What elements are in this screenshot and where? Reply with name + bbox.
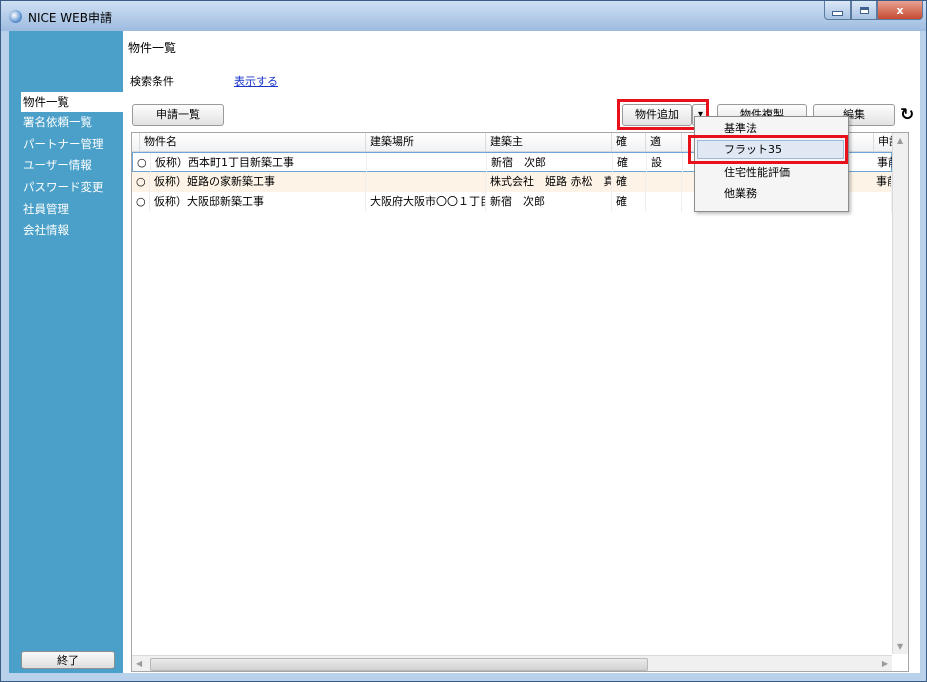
sidebar-item-signature-requests[interactable]: 署名依頼一覧 xyxy=(23,112,92,132)
sidebar-item-partner-management[interactable]: パートナー管理 xyxy=(23,134,104,154)
row-radio[interactable]: ○ xyxy=(137,153,151,173)
column-header-c2[interactable]: 適 xyxy=(646,133,682,151)
property-table: 物件名 建築場所 建築主 確 適 申請 ○ 仮称）西本町1丁目新築工事 新宿 次… xyxy=(131,132,909,672)
scroll-right-icon[interactable]: ▶ xyxy=(882,659,888,668)
cell-location xyxy=(367,153,487,173)
column-header-owner[interactable]: 建築主 xyxy=(486,133,612,151)
page-title: 物件一覧 xyxy=(128,41,177,55)
cell-c1: 確 xyxy=(612,172,646,192)
cell-c1: 確 xyxy=(612,192,646,212)
window-title: NICE WEB申請 xyxy=(28,11,112,25)
cell-c2: 設 xyxy=(647,153,683,173)
cell-name: 仮称）大阪邸新築工事 xyxy=(150,192,366,212)
maximize-button[interactable] xyxy=(851,1,877,20)
cell-owner: 新宿 次郎 xyxy=(486,192,612,212)
menu-item-housing-performance[interactable]: 住宅性能評価 xyxy=(724,163,790,183)
cell-status: 事前申 xyxy=(875,153,893,173)
cell-status xyxy=(874,192,892,212)
title-bar[interactable]: NICE WEB申請 x xyxy=(1,1,926,31)
application-list-button[interactable]: 申請一覧 xyxy=(132,104,224,126)
cell-c2 xyxy=(646,172,682,192)
scroll-down-icon[interactable]: ▼ xyxy=(897,642,903,651)
sidebar-item-company-info[interactable]: 会社情報 xyxy=(23,220,69,240)
menu-item-building-standards[interactable]: 基準法 xyxy=(724,119,757,139)
window-bottom-border xyxy=(1,673,926,681)
maximize-icon xyxy=(859,6,869,14)
sidebar-item-user-info[interactable]: ユーザー情報 xyxy=(23,155,92,175)
cell-name: 仮称）西本町1丁目新築工事 xyxy=(151,153,367,173)
app-window: NICE WEB申請 x 物件一覧 署名依頼一覧 パートナー管理 ユーザー情報 … xyxy=(0,0,927,682)
column-header-location[interactable]: 建築場所 xyxy=(366,133,486,151)
header-spacer xyxy=(132,133,140,151)
app-icon xyxy=(9,10,22,23)
minimize-button[interactable] xyxy=(824,1,851,20)
sidebar-item-property-list[interactable]: 物件一覧 xyxy=(21,92,123,112)
column-header-c1[interactable]: 確 xyxy=(612,133,646,151)
horizontal-scroll-thumb[interactable] xyxy=(150,658,648,671)
horizontal-scrollbar[interactable]: ◀ ▶ xyxy=(132,655,892,671)
column-header-name[interactable]: 物件名 xyxy=(140,133,366,151)
window-controls: x xyxy=(824,1,923,21)
refresh-icon[interactable]: ↻ xyxy=(900,106,914,124)
sidebar-item-password-change[interactable]: パスワード変更 xyxy=(23,177,104,197)
main-panel: 物件一覧 検索条件 表示する 申請一覧 物件追加 ▾ 物件複製 編集 ↻ 物件名… xyxy=(123,31,920,673)
row-radio[interactable]: ○ xyxy=(136,172,150,192)
cell-c2 xyxy=(646,192,682,212)
scroll-left-icon[interactable]: ◀ xyxy=(136,659,142,668)
exit-button[interactable]: 終了 xyxy=(21,651,115,669)
cell-name: 仮称）姫路の家新築工事 xyxy=(150,172,366,192)
add-property-menu: 基準法 フラット35 住宅性能評価 他業務 xyxy=(694,116,849,212)
cell-location xyxy=(366,172,486,192)
close-icon: x xyxy=(896,3,904,17)
add-property-button[interactable]: 物件追加 xyxy=(622,104,692,126)
vertical-scrollbar[interactable]: ▲ ▼ xyxy=(892,133,908,654)
minimize-icon xyxy=(832,10,843,16)
client-area: 物件一覧 署名依頼一覧 パートナー管理 ユーザー情報 パスワード変更 社員管理 … xyxy=(9,31,920,673)
show-search-link[interactable]: 表示する xyxy=(234,73,278,89)
scroll-up-icon[interactable]: ▲ xyxy=(897,136,903,145)
sidebar: 物件一覧 署名依頼一覧 パートナー管理 ユーザー情報 パスワード変更 社員管理 … xyxy=(9,31,123,673)
sidebar-item-employee-management[interactable]: 社員管理 xyxy=(23,199,69,219)
cell-c1: 確 xyxy=(613,153,647,173)
cell-location: 大阪府大阪市〇〇１丁目 xyxy=(366,192,486,212)
cell-owner: 新宿 次郎 xyxy=(487,153,613,173)
row-radio[interactable]: ○ xyxy=(136,192,150,212)
menu-item-other-services[interactable]: 他業務 xyxy=(724,184,757,204)
search-conditions-label: 検索条件 xyxy=(130,75,174,88)
cell-owner: 株式会社 姫路 赤松 真 xyxy=(486,172,612,192)
cell-status: 事前着 xyxy=(874,172,892,192)
close-button[interactable]: x xyxy=(877,1,923,20)
menu-item-flat35[interactable]: フラット35 xyxy=(724,140,782,160)
